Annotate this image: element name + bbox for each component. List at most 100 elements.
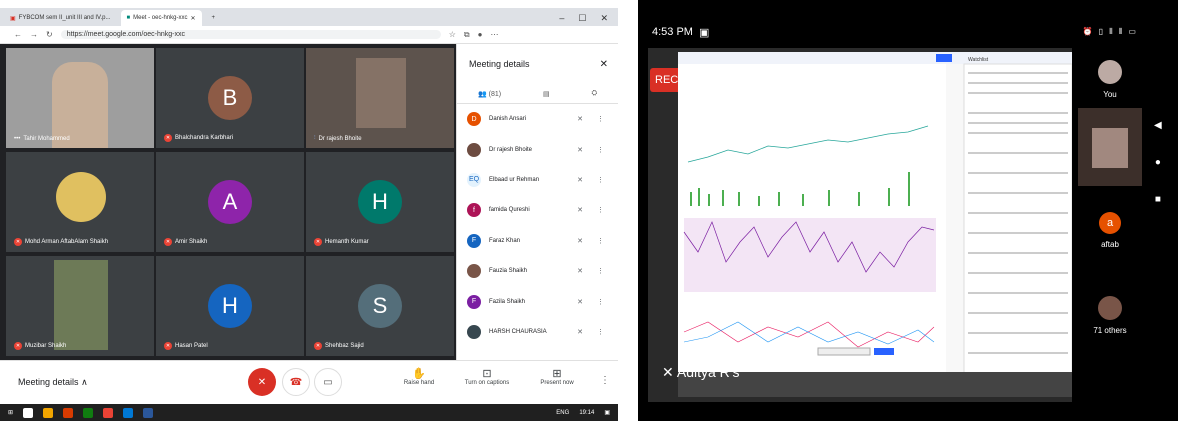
more-options-icon[interactable]: ⋮ xyxy=(597,206,604,214)
more-options-icon[interactable]: ⋮ xyxy=(597,115,604,123)
maximize-button[interactable]: ☐ xyxy=(578,13,586,24)
meeting-details-button[interactable]: Meeting details ∧ xyxy=(18,377,88,388)
mic-off-icon[interactable]: ✕ xyxy=(577,146,583,154)
home-icon[interactable]: ● xyxy=(1155,157,1161,168)
browser-tab-meet[interactable]: ■ Meet - oec-hnkg-xxc ✕ xyxy=(120,10,202,26)
participant-tile[interactable]: H ✕ Hemanth Kumar xyxy=(306,152,454,252)
participant-name: famida Qureshi xyxy=(489,207,530,214)
shared-screen: REC Watchlist ✕ Aditya R's xyxy=(648,48,1072,402)
close-window-button[interactable]: ✕ xyxy=(600,13,608,24)
participant-tile[interactable]: S ✕ Shehbaz Sajid xyxy=(306,256,454,356)
participant-name: Faraz Khan xyxy=(489,237,521,244)
mic-off-icon[interactable]: ✕ xyxy=(577,206,583,214)
close-icon[interactable]: ✕ xyxy=(190,15,195,22)
present-button[interactable]: ⊞ Present now xyxy=(522,367,592,386)
phone-hangup-icon: ☎ xyxy=(289,376,303,388)
participant-tile[interactable] xyxy=(1078,108,1142,186)
app-icon[interactable] xyxy=(63,407,74,418)
mic-off-icon[interactable]: ✕ xyxy=(577,298,583,306)
recents-icon[interactable]: ■ xyxy=(1155,194,1161,205)
tray-clock: 19:14 xyxy=(579,409,595,416)
panel-title: Meeting details xyxy=(469,59,530,69)
participant-tile[interactable]: ✕ Mohd Arman AftabAlam Shaikh xyxy=(6,152,154,252)
browser-tab-pdf[interactable]: ▣ FYBCOM sem II_unit III and IV.p... xyxy=(4,10,117,26)
participant-row[interactable]: HARSH CHAURASIA ✕ ⋮ xyxy=(457,317,618,347)
participant-row[interactable]: F Fazila Shaikh ✕ ⋮ xyxy=(457,286,618,316)
chrome-icon[interactable] xyxy=(103,407,114,418)
url-field[interactable]: https://meet.google.com/oec-hnkg-xxc xyxy=(60,30,441,39)
app-notification-icon: ▣ xyxy=(698,26,710,39)
participant-photo xyxy=(356,58,406,128)
more-options-icon[interactable]: ⋮ xyxy=(597,176,604,184)
participant-name: Danish Ansari xyxy=(489,116,527,123)
more-options-icon[interactable]: ⋮ xyxy=(597,267,604,275)
back-icon[interactable]: ← xyxy=(14,30,22,39)
mic-off-icon[interactable]: ✕ xyxy=(577,176,583,184)
participant-photo xyxy=(56,172,106,222)
more-options-icon[interactable]: ⋮ xyxy=(597,237,604,245)
participant-row[interactable]: F Faraz Khan ✕ ⋮ xyxy=(457,226,618,256)
leave-call-button[interactable]: ☎ xyxy=(282,368,310,396)
participant-tile[interactable]: ••• Tahir Mohammed xyxy=(6,48,154,148)
mic-off-icon[interactable]: ✕ xyxy=(577,267,583,275)
mic-off-icon: ✕ xyxy=(662,364,674,380)
more-options-icon[interactable]: ⋮ xyxy=(597,298,604,306)
participant-row[interactable]: D Danish Ansari ✕ ⋮ xyxy=(457,104,618,134)
participant-tile[interactable]: B ✕ Bhalchandra Karbhari xyxy=(156,48,304,148)
forward-icon[interactable]: → xyxy=(30,30,38,39)
minimize-button[interactable]: – xyxy=(559,13,564,23)
word-icon[interactable] xyxy=(143,407,154,418)
participant-tile[interactable]: a aftab xyxy=(1078,198,1142,276)
notification-icon[interactable]: ▣ xyxy=(604,409,610,416)
activities-icon: ⛭ xyxy=(591,89,598,97)
participant-tile[interactable]: ⫶ Dr rajesh Bhoite xyxy=(306,48,454,148)
tab-activities[interactable]: ⛭ xyxy=(591,90,597,98)
edge-icon[interactable] xyxy=(123,407,134,418)
bookmark-icon[interactable]: ☆ xyxy=(449,30,456,39)
windows-taskbar: ⊞ ENG 19:14 ▣ xyxy=(0,404,618,421)
people-icon: 👥 xyxy=(477,90,487,98)
menu-icon[interactable]: ⋯ xyxy=(490,30,498,39)
close-icon[interactable]: ✕ xyxy=(600,59,608,70)
meet-icon: ■ xyxy=(126,15,131,21)
extension-icon[interactable]: ⧉ xyxy=(464,30,470,40)
mic-toggle-button[interactable]: ✕ xyxy=(248,368,276,396)
more-options-icon[interactable]: ⋮ xyxy=(600,375,610,386)
back-icon[interactable]: ◀ xyxy=(1154,120,1162,131)
tab-chat[interactable]: ▤ xyxy=(543,90,550,98)
raise-hand-button[interactable]: ✋ Raise hand xyxy=(384,367,454,386)
search-icon[interactable] xyxy=(23,407,34,418)
participant-row[interactable]: f famida Qureshi ✕ ⋮ xyxy=(457,195,618,225)
participant-row[interactable]: Dr rajesh Bhoite ✕ ⋮ xyxy=(457,134,618,164)
captions-button[interactable]: ⊡ Turn on captions xyxy=(452,367,522,386)
mic-off-icon[interactable]: ✕ xyxy=(577,115,583,123)
present-icon: ⊞ xyxy=(552,368,562,380)
tab-people[interactable]: 👥 (81) xyxy=(478,90,501,98)
avatar: B xyxy=(208,76,252,120)
profile-icon[interactable]: ● xyxy=(478,30,483,39)
mic-off-icon[interactable]: ✕ xyxy=(577,237,583,245)
hand-icon: ✋ xyxy=(412,368,426,380)
participant-tile[interactable]: A ✕ Amir Shaikh xyxy=(156,152,304,252)
participant-row[interactable]: EQ Elbaad ur Rehman ✕ ⋮ xyxy=(457,165,618,195)
more-options-icon[interactable]: ⋮ xyxy=(597,328,604,336)
participant-tile[interactable]: ✕ Muzibar Shaikh xyxy=(6,256,154,356)
others-tile[interactable]: 71 others xyxy=(1078,284,1142,362)
reload-icon[interactable]: ↻ xyxy=(46,30,53,39)
captions-icon: ⊡ xyxy=(482,368,492,380)
file-explorer-icon[interactable] xyxy=(43,407,54,418)
mic-off-icon[interactable]: ✕ xyxy=(577,328,583,336)
app-icon[interactable] xyxy=(83,407,94,418)
window-controls: – ☐ ✕ xyxy=(559,10,618,26)
participant-row[interactable]: Fauzia Shaikh ✕ ⋮ xyxy=(457,256,618,286)
meet-grid: ••• Tahir Mohammed B ✕ Bhalchandra Karbhar… xyxy=(0,44,456,360)
android-nav: ◀ ● ■ xyxy=(1154,120,1162,205)
trading-chart-image: Watchlist xyxy=(678,52,1072,398)
new-tab-button[interactable]: + xyxy=(206,10,222,26)
participant-tile[interactable]: H ✕ Hasan Patel xyxy=(156,256,304,356)
camera-toggle-button[interactable]: ▭ xyxy=(314,368,342,396)
avatar xyxy=(467,264,481,279)
windows-start-icon[interactable]: ⊞ xyxy=(8,409,13,416)
more-options-icon[interactable]: ⋮ xyxy=(597,146,604,154)
participant-name: Fazila Shaikh xyxy=(489,298,526,305)
